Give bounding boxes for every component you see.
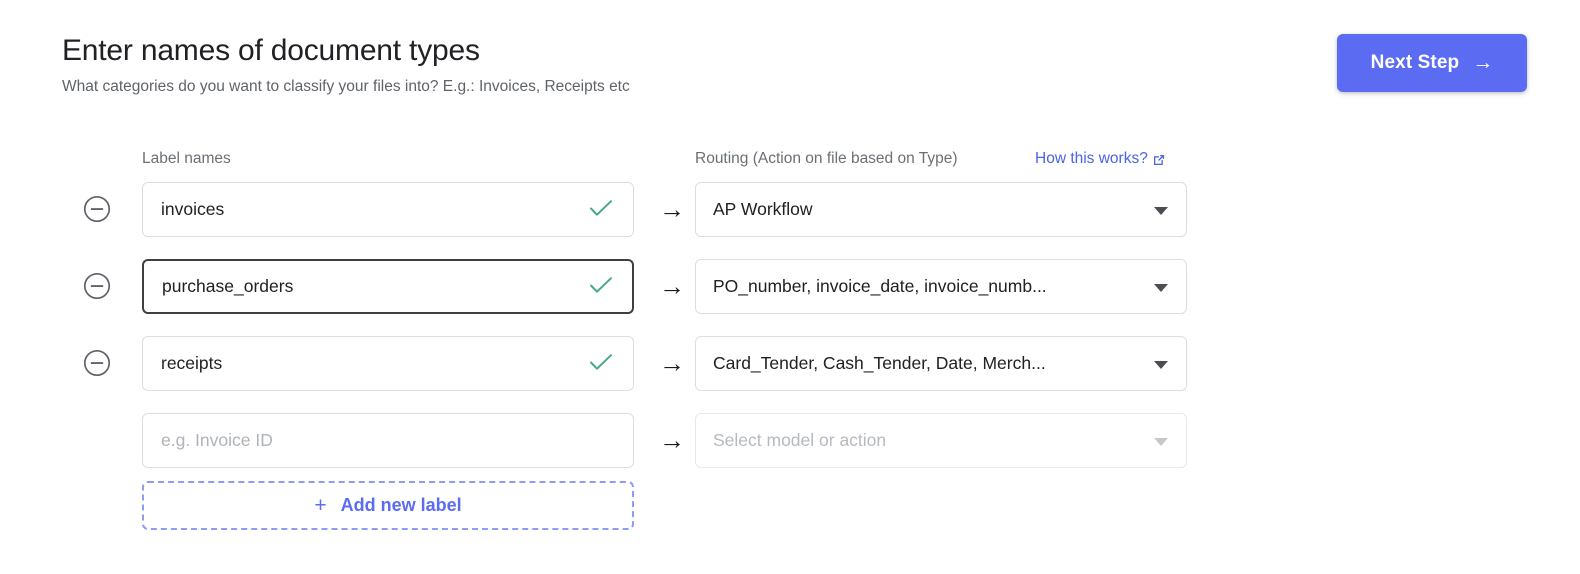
routing-select-value: PO_number, invoice_date, invoice_numb...	[713, 276, 1047, 296]
routing-select-value: Select model or action	[713, 430, 887, 450]
routing-column-header: Routing (Action on file based on Type)	[695, 150, 958, 167]
remove-label-button[interactable]	[82, 194, 112, 224]
page-title: Enter names of document types	[62, 34, 480, 67]
remove-label-button[interactable]	[82, 348, 112, 378]
label-name-input[interactable]	[142, 413, 634, 468]
arrow-right-icon: →	[1472, 50, 1494, 74]
label-name-input[interactable]	[142, 336, 634, 391]
remove-label-button[interactable]	[82, 271, 112, 301]
label-names-column-header: Label names	[142, 150, 231, 167]
minus-circle-icon	[83, 349, 111, 377]
external-link-icon	[1152, 153, 1166, 167]
next-step-button[interactable]: Next Step →	[1337, 34, 1527, 92]
routing-select-value: AP Workflow	[713, 199, 813, 219]
routing-select: Select model or action	[695, 413, 1187, 468]
page-header: Enter names of document types What categ…	[62, 32, 630, 98]
next-step-label: Next Step	[1370, 52, 1460, 73]
label-name-input[interactable]	[142, 182, 634, 237]
plus-icon: +	[314, 494, 327, 517]
label-name-input[interactable]	[142, 259, 634, 314]
chevron-down-icon	[1154, 437, 1168, 446]
flow-arrow-icon: →	[659, 348, 685, 378]
flow-arrow-icon: →	[659, 194, 685, 224]
how-this-works-link[interactable]: How this works?	[1035, 150, 1166, 168]
minus-circle-icon	[83, 195, 111, 223]
chevron-down-icon	[1154, 283, 1168, 292]
chevron-down-icon	[1154, 360, 1168, 369]
add-new-label-text: Add new label	[340, 495, 462, 515]
minus-circle-icon	[83, 272, 111, 300]
page-subtitle: What categories do you want to classify …	[62, 78, 630, 95]
add-new-label-button[interactable]: + Add new label	[142, 481, 634, 530]
routing-select[interactable]: Card_Tender, Cash_Tender, Date, Merch...	[695, 336, 1187, 391]
flow-arrow-icon: →	[659, 425, 685, 455]
chevron-down-icon	[1154, 206, 1168, 215]
routing-select[interactable]: AP Workflow	[695, 182, 1187, 237]
flow-arrow-icon: →	[659, 271, 685, 301]
routing-select[interactable]: PO_number, invoice_date, invoice_numb...	[695, 259, 1187, 314]
how-this-works-label: How this works?	[1035, 150, 1148, 167]
routing-select-value: Card_Tender, Cash_Tender, Date, Merch...	[713, 353, 1046, 373]
